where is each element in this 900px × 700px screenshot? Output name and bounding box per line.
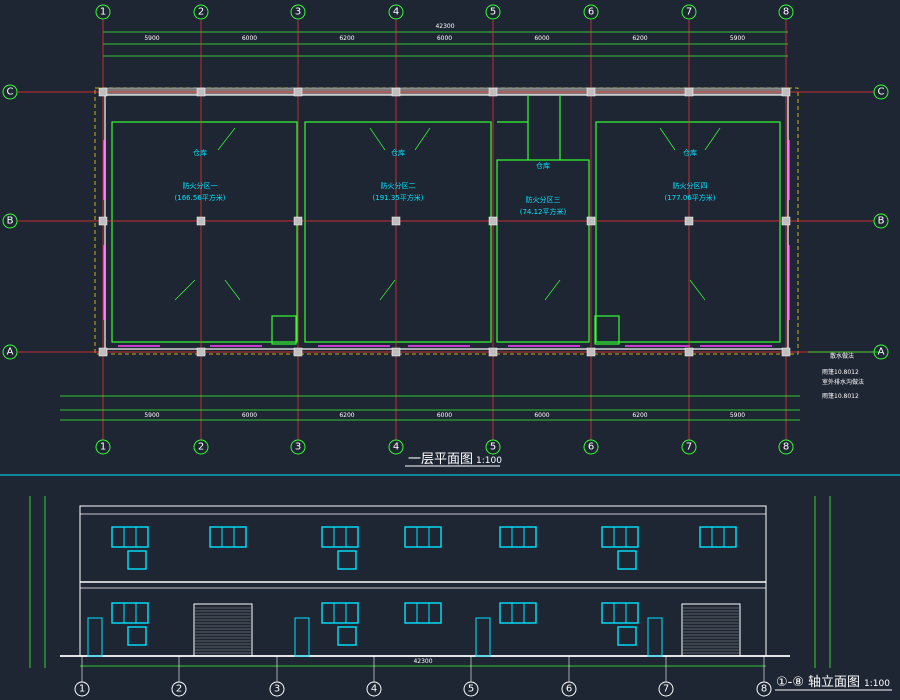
column-4C <box>391 87 401 97</box>
span-top-3: 6200 <box>339 35 354 42</box>
column-8A <box>781 347 791 357</box>
column-6A <box>586 347 596 357</box>
axis-label-top-4: 4 <box>393 7 399 18</box>
elev-axis-label-5: 5 <box>468 684 474 695</box>
axis-label-right-C: C <box>878 87 885 98</box>
zone-2-name: 防火分区二 <box>381 181 416 190</box>
axis-label-bottom-2: 2 <box>198 442 204 453</box>
column-5A <box>488 347 498 357</box>
span-top-1: 5900 <box>144 35 159 42</box>
axis-label-left-A: A <box>7 347 14 358</box>
axis-label-top-5: 5 <box>490 7 496 18</box>
axis-label-bottom-3: 3 <box>295 442 301 453</box>
span-bottom-6: 6200 <box>632 412 647 419</box>
plan-scale: 1:100 <box>476 456 502 466</box>
plan-total-dimension: 42300 <box>435 23 454 30</box>
zone-3-name: 防火分区三 <box>526 195 561 204</box>
span-top-5: 6000 <box>534 35 549 42</box>
column-8C <box>781 87 791 97</box>
zone-4-title: 仓库 <box>683 148 697 157</box>
axis-label-top-2: 2 <box>198 7 204 18</box>
axis-label-left-B: B <box>7 216 14 227</box>
span-bottom-1: 5900 <box>144 412 159 419</box>
span-bottom-2: 6000 <box>242 412 257 419</box>
drawing-background <box>0 0 900 700</box>
span-bottom-7: 5900 <box>730 412 745 419</box>
span-top-6: 6200 <box>632 35 647 42</box>
column-2C <box>196 87 206 97</box>
legend-item-1: 散水做法 <box>830 352 854 360</box>
column-7A <box>684 347 694 357</box>
column-7C <box>684 87 694 97</box>
elevation-title-prefix: ①-⑧ <box>776 675 804 690</box>
legend-item-3: 室外排水沟做法 <box>822 378 864 386</box>
zone-1-title: 仓库 <box>193 148 207 157</box>
column-6B <box>586 216 596 226</box>
elevation-title: 轴立面图 <box>808 675 860 690</box>
column-4B <box>391 216 401 226</box>
cad-drawing: 42300 5900 6000 6200 6000 6000 6200 5900 <box>0 0 900 700</box>
axis-label-bottom-4: 4 <box>393 442 399 453</box>
elevation-scale: 1:100 <box>864 679 890 689</box>
span-bottom-3: 6200 <box>339 412 354 419</box>
elev-axis-label-6: 6 <box>566 684 572 695</box>
column-7B <box>684 216 694 226</box>
axis-label-bottom-7: 7 <box>686 442 692 453</box>
span-bottom-5: 6000 <box>534 412 549 419</box>
span-bottom-4: 6000 <box>437 412 452 419</box>
column-5C <box>488 87 498 97</box>
plan-title: 一层平面图 <box>408 452 473 467</box>
column-2A <box>196 347 206 357</box>
axis-label-right-B: B <box>878 216 885 227</box>
span-top-7: 5900 <box>730 35 745 42</box>
column-5B <box>488 216 498 226</box>
zone-3-area: (74.12平方米) <box>520 207 567 216</box>
axis-label-bottom-5: 5 <box>490 442 496 453</box>
axis-label-left-C: C <box>7 87 14 98</box>
column-1B <box>98 216 108 226</box>
column-1C <box>98 87 108 97</box>
column-3B <box>293 216 303 226</box>
span-top-2: 6000 <box>242 35 257 42</box>
elev-axis-label-2: 2 <box>176 684 182 695</box>
axis-label-top-3: 3 <box>295 7 301 18</box>
zone-1-name: 防火分区一 <box>183 181 218 190</box>
axis-label-bottom-6: 6 <box>588 442 594 453</box>
column-1A <box>98 347 108 357</box>
zone-4-name: 防火分区四 <box>673 181 708 190</box>
axis-label-top-7: 7 <box>686 7 692 18</box>
legend-item-4: 雨篷10.8012 <box>822 392 859 400</box>
zone-1-area: (166.56平方米) <box>175 193 226 202</box>
zone-4-area: (177.06平方米) <box>665 193 716 202</box>
span-top-4: 6000 <box>437 35 452 42</box>
elev-axis-label-3: 3 <box>274 684 280 695</box>
axis-label-top-1: 1 <box>100 7 106 18</box>
column-6C <box>586 87 596 97</box>
legend-item-2: 雨篷10.8012 <box>822 368 859 376</box>
elevation-total-dimension: 42300 <box>413 658 432 665</box>
zone-2-title: 仓库 <box>391 148 405 157</box>
elev-axis-label-7: 7 <box>663 684 669 695</box>
axis-label-top-8: 8 <box>783 7 789 18</box>
column-2B <box>196 216 206 226</box>
zone-3-title: 仓库 <box>536 161 550 170</box>
zone-2-area: (191.35平方米) <box>373 193 424 202</box>
column-4A <box>391 347 401 357</box>
axis-label-top-6: 6 <box>588 7 594 18</box>
elev-axis-label-8: 8 <box>761 684 767 695</box>
axis-label-bottom-8: 8 <box>783 442 789 453</box>
column-8B <box>781 216 791 226</box>
column-3C <box>293 87 303 97</box>
elev-axis-label-4: 4 <box>371 684 377 695</box>
axis-label-bottom-1: 1 <box>100 442 106 453</box>
column-3A <box>293 347 303 357</box>
elev-axis-label-1: 1 <box>79 684 85 695</box>
